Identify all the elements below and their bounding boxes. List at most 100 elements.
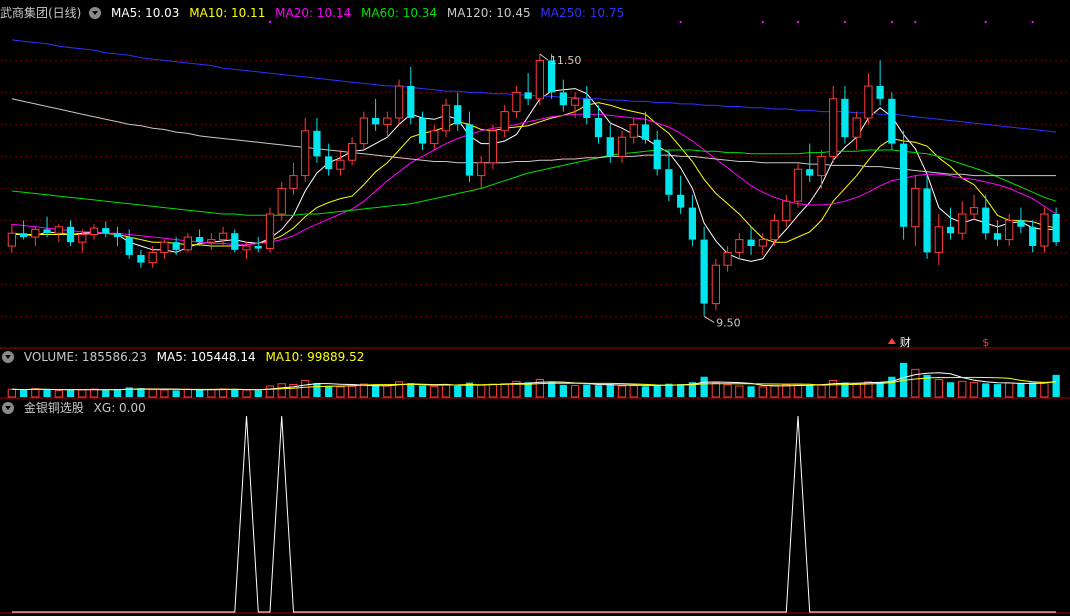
candle-body [7,232,17,247]
candle-body [770,219,779,241]
candle-body [31,228,40,238]
volume-bar [195,389,204,397]
volume-bar [594,385,603,397]
candle-body [277,187,286,215]
volume-bar [54,389,63,398]
volume-bar [500,383,509,398]
candle-body [160,241,169,253]
candle-body [242,245,251,251]
candle-body [371,118,380,125]
volume-bar [817,383,826,398]
signal-dot [914,20,917,24]
volume-ma10-value: MA10: 99889.52 [265,350,365,364]
main-toggle-icon[interactable] [89,7,102,19]
volume-ma5-value: MA5: 105448.14 [156,350,256,364]
ma-line-ma120 [11,98,1057,177]
candle-body [1017,220,1025,227]
volume-bar [43,389,51,397]
ma5-value: MA5: 10.03 [111,6,180,20]
candle-body [911,187,920,228]
volume-bar [1017,383,1025,397]
candle-body [570,98,580,106]
volume-bar [207,388,216,398]
candle-body [829,98,838,157]
stock-chart[interactable]: 11.50 9.50 财 $ [0,0,1070,616]
candle-body [347,143,357,161]
xg-signal-line [11,415,1057,613]
candle-body [711,264,721,305]
candle-body [207,239,216,243]
volume-bar [946,382,955,397]
volume-bar [1029,382,1037,397]
candle-body [500,111,509,132]
volume-bar [735,385,744,398]
volume-bar [102,390,110,397]
candle-body [535,59,545,100]
volume-toggle-icon[interactable] [2,351,14,363]
candle-body [723,251,732,266]
volume-bar [606,384,614,397]
volume-bar [254,390,262,397]
volume-bar [325,385,333,397]
volume-bar [723,384,732,398]
signal-dot [1031,20,1034,24]
candle-body [254,246,262,249]
volume-bar [113,389,122,397]
candle-body [653,139,661,170]
volume-bar [958,380,967,398]
volume-bar [430,385,439,398]
volume-bar [19,390,28,397]
candle-body [583,98,591,118]
candle-body [325,156,333,170]
candle-body [313,130,321,157]
candle-body [688,207,697,240]
volume-bar [583,384,591,397]
volume-bar [477,384,486,398]
event-finance-label: 财 [900,335,911,349]
indicator-toggle-icon[interactable] [2,402,14,414]
volume-bar [277,383,286,398]
candle-body [54,226,63,234]
low-label: 9.50 [716,316,741,329]
signal-dot [679,20,682,24]
candle-body [1005,219,1014,241]
volume-bar [641,386,650,397]
candle-body [958,213,967,234]
candle-body [617,136,627,157]
candle-body [1052,214,1060,243]
candle-body [465,124,474,176]
volume-bar [301,379,310,398]
volume-bar [454,385,462,397]
volume-bar [242,389,251,398]
candle-body [1029,226,1037,246]
volume-bar [934,379,943,398]
indicator-legend: 金银铜选股 XG: 0.00 [0,400,152,416]
signal-dot [843,20,847,24]
candle-body [336,159,345,170]
volume-bar [747,386,755,397]
high-marker [539,53,549,61]
candle-body [735,239,744,253]
candle-body [488,130,498,164]
candle-body [864,85,873,119]
candle-body [454,105,462,125]
volume-bar [1040,381,1049,398]
ma20-value: MA20: 10.14 [275,6,352,20]
candle-body [993,233,1002,240]
candle-body [89,227,99,235]
candle-body [441,104,451,132]
volume-bar [711,382,721,398]
signal-dot [761,20,764,24]
candle-body [606,137,614,157]
volume-bar [160,389,169,398]
ma-line-ma20 [11,113,1057,246]
volume-bar [969,382,979,398]
signal-dot [890,20,894,24]
candle-body [125,237,133,255]
candle-body [113,233,122,238]
signal-dot [796,20,800,24]
volume-bar [876,382,884,397]
volume-bar [1052,374,1060,397]
volume-bar [782,384,791,398]
indicator-name: 金银铜选股 [23,401,84,415]
